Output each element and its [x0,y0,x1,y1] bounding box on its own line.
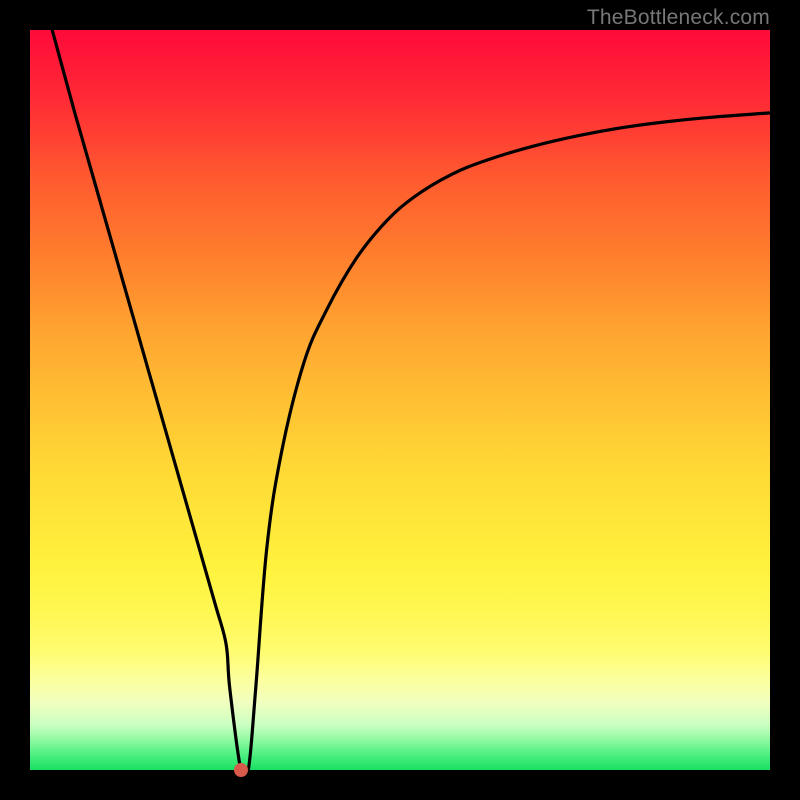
plot-area [30,30,770,770]
chart-container: TheBottleneck.com [0,0,800,800]
curve-svg [30,30,770,770]
watermark-text: TheBottleneck.com [587,6,770,30]
curve-line [52,30,770,770]
min-point-marker [234,763,248,777]
